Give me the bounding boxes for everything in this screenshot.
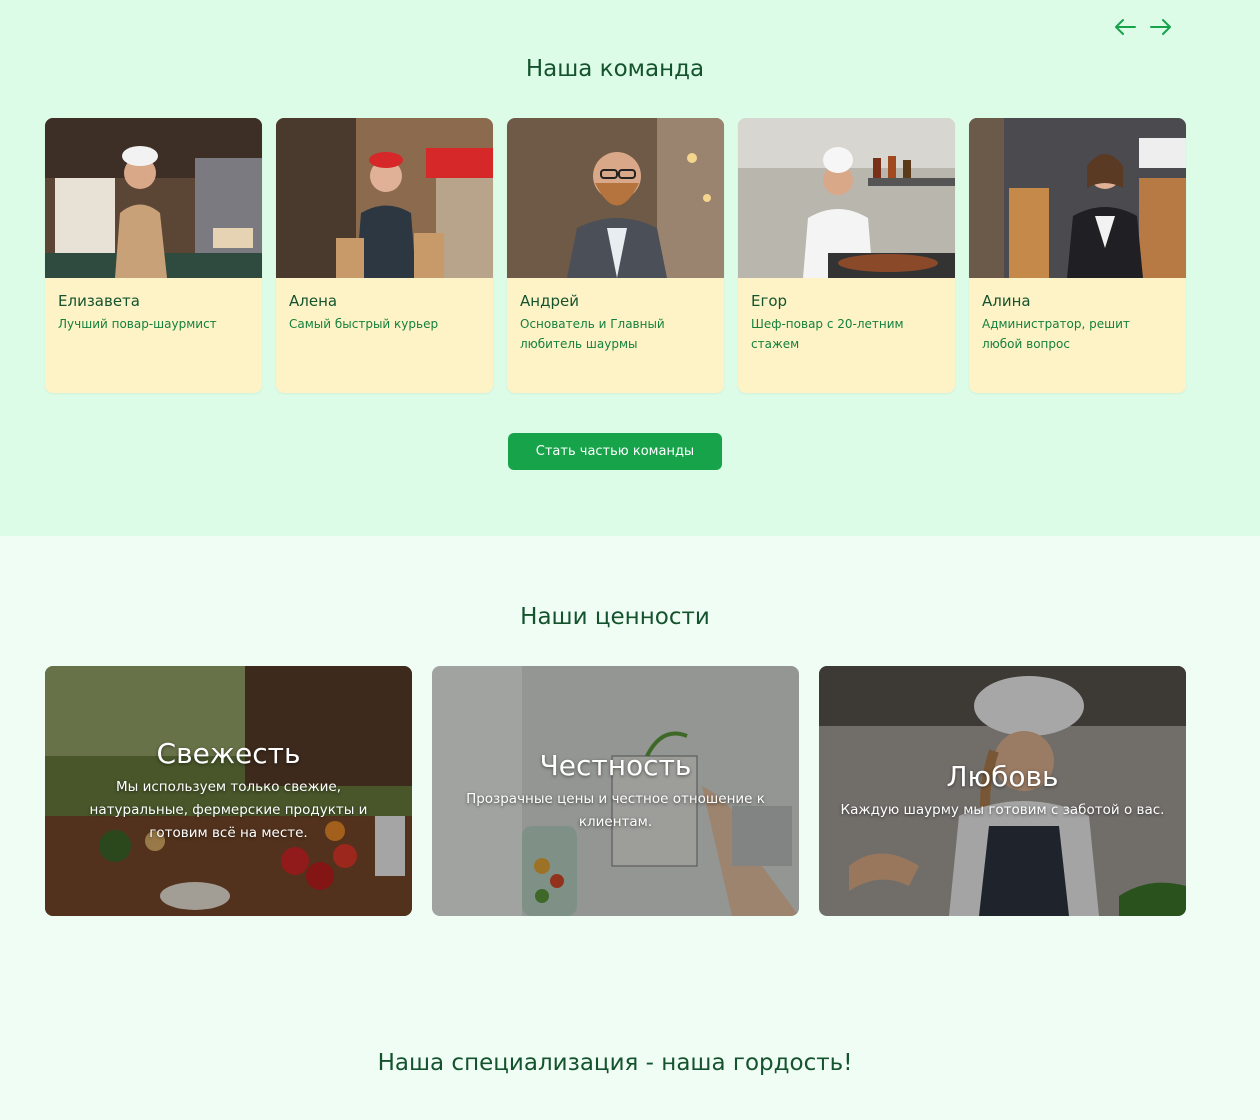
team-section: Наша команда Елизавета Лучший повар-шаур… [0, 0, 1260, 536]
value-content: Любовь Каждую шаурму мы готовим с забото… [819, 666, 1186, 916]
value-content: Свежесть Мы используем только свежие, на… [45, 666, 412, 916]
member-role: Шеф-повар с 20-летним стажем [751, 317, 904, 351]
member-name: Алена [289, 292, 338, 310]
member-photo [276, 118, 493, 278]
value-title: Любовь [946, 760, 1059, 793]
team-card[interactable]: Андрей Основатель и Главный любитель шау… [507, 118, 724, 393]
value-desc: Мы используем только свежие, натуральные… [89, 779, 368, 841]
member-photo [45, 118, 262, 278]
member-name: Алина [982, 292, 1031, 310]
member-name: Елизавета [58, 292, 140, 310]
member-photo [738, 118, 955, 278]
team-card[interactable]: Алина Администратор, решит любой вопрос [969, 118, 1186, 393]
team-card[interactable]: Егор Шеф-повар с 20-летним стажем [738, 118, 955, 393]
member-name: Андрей [520, 292, 579, 310]
member-photo [969, 118, 1186, 278]
team-card[interactable]: Елизавета Лучший повар-шаурмист [45, 118, 262, 393]
member-role: Основатель и Главный любитель шаурмы [520, 317, 665, 351]
arrow-left-icon[interactable] [1112, 16, 1138, 38]
value-desc: Прозрачные цены и честное отношение к кл… [466, 790, 765, 830]
values-section: Наши ценности Свежесть Мы используем тол… [0, 536, 1260, 1120]
carousel-controls [1112, 16, 1174, 38]
arrow-right-icon[interactable] [1148, 16, 1174, 38]
team-card[interactable]: Алена Самый быстрый курьер [276, 118, 493, 393]
team-cards: Елизавета Лучший повар-шаурмист Алена Са… [45, 118, 1186, 393]
member-name: Егор [751, 292, 788, 310]
value-content: Честность Прозрачные цены и честное отно… [432, 666, 799, 916]
member-role: Администратор, решит любой вопрос [982, 317, 1130, 351]
value-title: Честность [539, 748, 692, 782]
member-role: Лучший повар-шаурмист [58, 317, 217, 331]
values-title: Наши ценности [520, 604, 710, 630]
team-title: Наша команда [525, 56, 705, 82]
member-photo [507, 118, 724, 278]
value-title: Свежесть [156, 737, 301, 770]
specialization-title: Наша специализация - наша гордость! [377, 1050, 853, 1076]
member-role: Самый быстрый курьер [289, 317, 439, 331]
value-card[interactable]: Честность Прозрачные цены и честное отно… [432, 666, 799, 916]
values-cards: Свежесть Мы используем только свежие, на… [45, 666, 1186, 916]
value-card[interactable]: Любовь Каждую шаурму мы готовим с забото… [819, 666, 1186, 916]
value-desc: Каждую шаурму мы готовим с заботой о вас… [840, 802, 1165, 818]
value-card[interactable]: Свежесть Мы используем только свежие, на… [45, 666, 412, 916]
join-team-button[interactable]: Стать частью команды [508, 433, 722, 470]
